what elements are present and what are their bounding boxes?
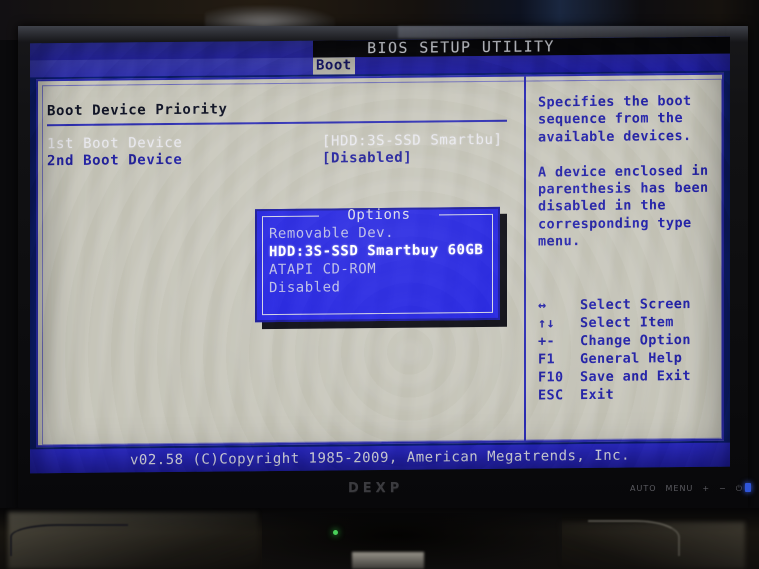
desk-green-led <box>333 530 338 535</box>
key-description: Select Item <box>580 314 674 332</box>
key-description: Select Screen <box>580 296 691 314</box>
option-item[interactable]: Removable Dev. <box>269 223 489 243</box>
key-glyph: ESC <box>538 387 564 404</box>
footer-copyright: v02.58 (C)Copyright 1985-2009, American … <box>129 447 630 469</box>
key-description: Exit <box>580 386 615 404</box>
boot-device-value[interactable]: [HDD:3S-SSD Smartbu] <box>322 132 503 151</box>
key-glyph: +- <box>538 333 556 350</box>
osd-minus-button[interactable]: − <box>719 484 727 493</box>
desk-cable-right <box>588 520 680 556</box>
key-legend: ↔ Select Screen ↑↓ Select Item +- Change Op… <box>538 295 718 405</box>
osd-plus-button[interactable]: + <box>702 484 710 493</box>
key-legend-row: ↑↓ Select Item <box>538 313 718 333</box>
options-list[interactable]: Removable Dev. HDD:3S-SSD Smartbuy 60GB … <box>269 223 489 297</box>
key-legend-row: ESC Exit <box>538 385 718 405</box>
key-legend-row: F10 Save and Exit <box>538 367 718 387</box>
power-led-indicator <box>745 483 751 492</box>
help-text: Specifies the boot sequence from the ava… <box>538 93 709 250</box>
menu-bar-left <box>30 57 313 78</box>
osd-power-button[interactable]: ⏻ <box>736 484 743 493</box>
options-popup[interactable]: Options Removable Dev. HDD:3S-SSD Smartb… <box>255 206 500 323</box>
bios-screen: BIOS SETUP UTILITY Boot Boot Device Prio… <box>30 36 730 474</box>
options-popup-title: Options <box>347 206 411 224</box>
key-description: Save and Exit <box>580 368 691 386</box>
panel-divider <box>524 76 526 441</box>
osd-menu-button[interactable]: MENU <box>666 484 694 493</box>
key-glyph: ↑↓ <box>538 315 556 332</box>
monitor-osd-buttons[interactable]: AUTO MENU + − ⏻ <box>630 484 752 494</box>
key-glyph: F10 <box>538 369 564 386</box>
option-item-selected[interactable]: HDD:3S-SSD Smartbuy 60GB <box>269 241 489 261</box>
key-legend-row: F1 General Help <box>538 349 718 369</box>
key-glyph: ↔ <box>538 297 547 314</box>
osd-auto-button[interactable]: AUTO <box>630 484 657 493</box>
section-title: Boot Device Priority <box>47 101 228 120</box>
tab-boot[interactable]: Boot <box>313 57 355 75</box>
boot-device-label: 1st Boot Device <box>47 134 183 153</box>
monitor-brand-logo: DEXP <box>348 481 404 496</box>
key-description: Change Option <box>580 332 691 350</box>
option-item[interactable]: Disabled <box>269 277 489 297</box>
key-description: General Help <box>580 350 683 368</box>
monitor-screen: BIOS SETUP UTILITY Boot Boot Device Prio… <box>30 36 730 474</box>
desk-white-label <box>352 552 424 569</box>
boot-device-label: 2nd Boot Device <box>47 151 183 170</box>
photo-scene: BIOS SETUP UTILITY Boot Boot Device Prio… <box>0 0 759 569</box>
key-legend-row: ↔ Select Screen <box>538 295 718 315</box>
key-legend-row: +- Change Option <box>538 331 718 351</box>
key-glyph: F1 <box>538 351 556 368</box>
desk-cable-left <box>10 524 128 556</box>
monitor: BIOS SETUP UTILITY Boot Boot Device Prio… <box>18 26 751 511</box>
option-item[interactable]: ATAPI CD-ROM <box>269 259 489 279</box>
boot-device-value[interactable]: [Disabled] <box>322 150 412 168</box>
